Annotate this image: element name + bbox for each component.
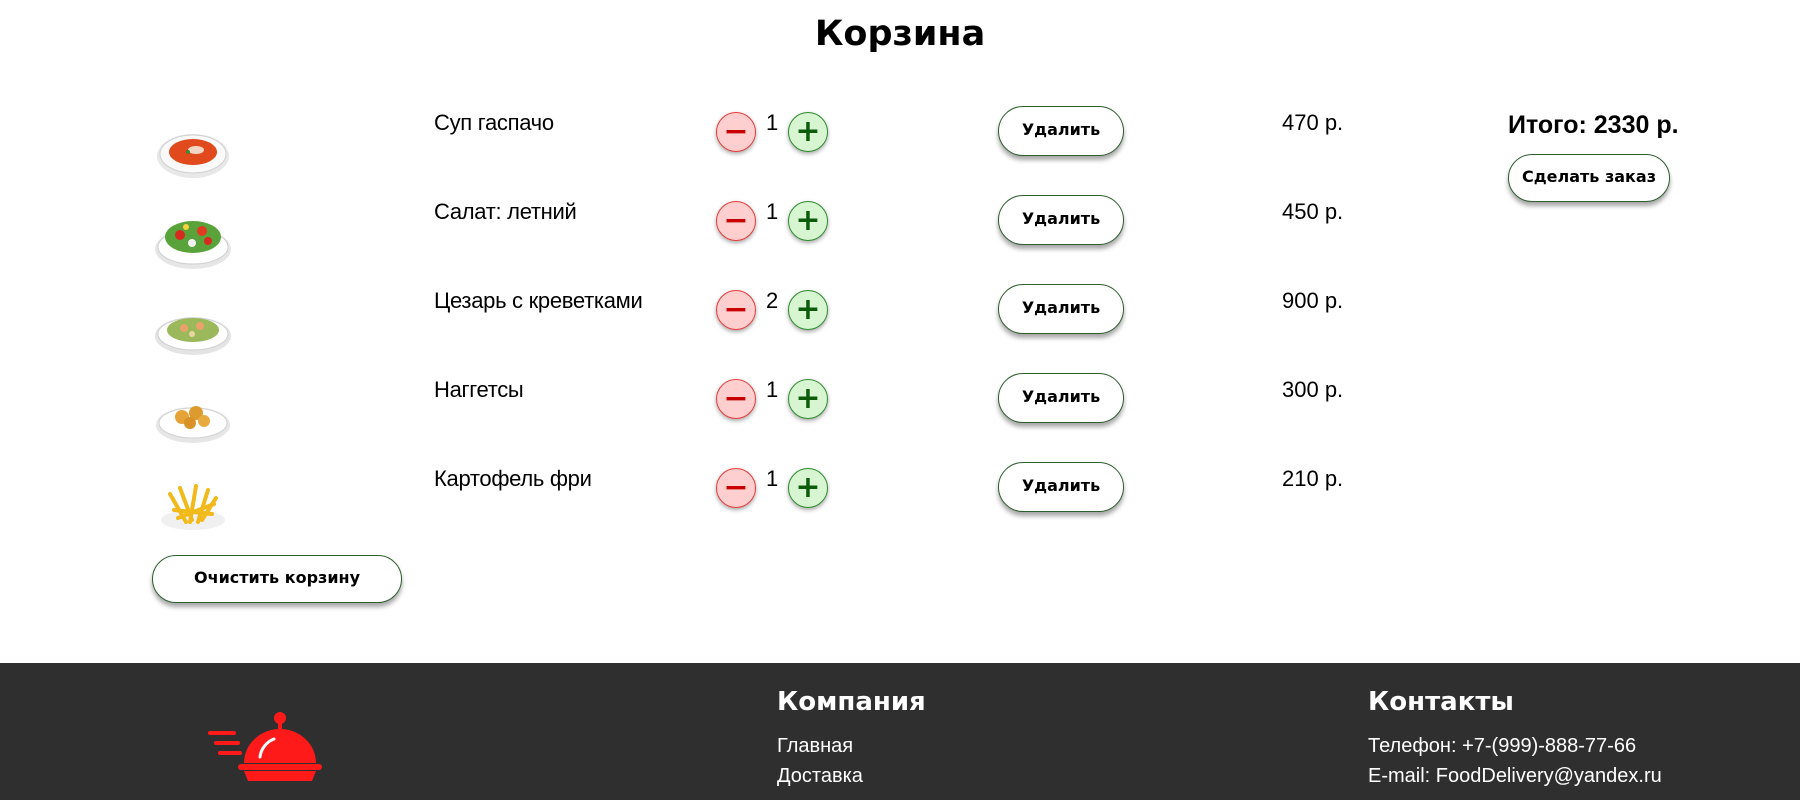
clear-cart-button[interactable]: Очистить корзину	[152, 555, 402, 603]
decrease-quantity-button[interactable]: −	[716, 112, 756, 152]
footer-company-heading: Компания	[777, 687, 926, 717]
footer-contacts-section: Контакты Телефон: +7-(999)-888-77-66 E-m…	[1368, 687, 1662, 791]
decrease-quantity-button[interactable]: −	[716, 290, 756, 330]
item-name: Салат: летний	[434, 199, 577, 224]
item-quantity: 1	[766, 110, 779, 135]
footer-link-home[interactable]: Главная	[777, 731, 926, 761]
summer-salad-image	[152, 197, 234, 279]
gazpacho-soup-image	[152, 108, 234, 190]
item-quantity: 1	[766, 466, 779, 491]
cart-item: Наггетсы − 1 + Удалить 300 р.	[0, 373, 1500, 461]
contact-phone: Телефон: +7-(999)-888-77-66	[1368, 735, 1637, 757]
cart-item: Картофель фри − 1 + Удалить 210 р.	[0, 462, 1500, 550]
place-order-button[interactable]: Сделать заказ	[1508, 154, 1670, 202]
item-name: Картофель фри	[434, 466, 592, 491]
increase-quantity-button[interactable]: +	[788, 379, 828, 419]
decrease-quantity-button[interactable]: −	[716, 468, 756, 508]
item-price: 210 р.	[1282, 466, 1344, 491]
cart-item: Салат: летний − 1 + Удалить 450 р.	[0, 195, 1500, 283]
footer-company-section: Компания Главная Доставка	[777, 687, 926, 791]
item-quantity: 2	[766, 288, 779, 313]
contact-email: E-mail: FoodDelivery@yandex.ru	[1368, 765, 1662, 787]
remove-item-button[interactable]: Удалить	[998, 373, 1124, 423]
item-price: 470 р.	[1282, 110, 1344, 135]
remove-item-button[interactable]: Удалить	[998, 462, 1124, 512]
increase-quantity-button[interactable]: +	[788, 468, 828, 508]
item-quantity: 1	[766, 199, 779, 224]
remove-item-button[interactable]: Удалить	[998, 195, 1124, 245]
item-price: 900 р.	[1282, 288, 1344, 313]
page-title: Корзина	[814, 14, 986, 54]
cart-total: Итого: 2330 р.	[1508, 111, 1679, 139]
remove-item-button[interactable]: Удалить	[998, 284, 1124, 334]
footer-contacts-heading: Контакты	[1368, 687, 1514, 717]
decrease-quantity-button[interactable]: −	[716, 201, 756, 241]
item-price: 300 р.	[1282, 377, 1344, 402]
decrease-quantity-button[interactable]: −	[716, 379, 756, 419]
item-name: Цезарь с креветками	[434, 288, 643, 313]
nuggets-image	[152, 375, 234, 457]
item-price: 450 р.	[1282, 199, 1344, 224]
increase-quantity-button[interactable]: +	[788, 290, 828, 330]
item-name: Суп гаспачо	[434, 110, 554, 135]
food-delivery-cloche-icon[interactable]	[208, 711, 328, 783]
item-quantity: 1	[766, 377, 779, 402]
french-fries-image	[152, 464, 234, 546]
cart-item: Цезарь с креветками − 2 + Удалить 900 р.	[0, 284, 1500, 372]
cart-item: Суп гаспачо − 1 + Удалить 470 р.	[0, 106, 1500, 194]
item-name: Наггетсы	[434, 377, 524, 402]
footer: Компания Главная Доставка Контакты Телеф…	[0, 663, 1800, 800]
footer-link-delivery[interactable]: Доставка	[777, 761, 926, 791]
caesar-shrimp-salad-image	[152, 286, 234, 368]
increase-quantity-button[interactable]: +	[788, 201, 828, 241]
increase-quantity-button[interactable]: +	[788, 112, 828, 152]
remove-item-button[interactable]: Удалить	[998, 106, 1124, 156]
